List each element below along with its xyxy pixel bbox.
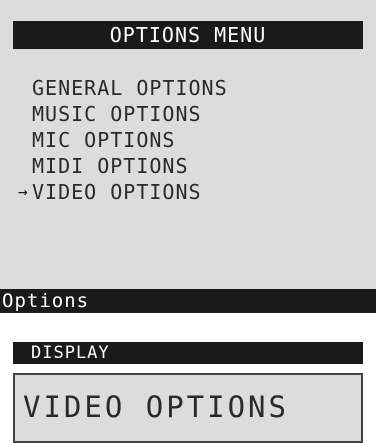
menu-item-label: VIDEO OPTIONS	[32, 180, 202, 204]
menu-item-general-options[interactable]: GENERAL OPTIONS	[18, 75, 228, 101]
menu-item-midi-options[interactable]: MIDI OPTIONS	[18, 153, 228, 179]
menu-item-label: MIC OPTIONS	[32, 128, 176, 152]
arrow-right-icon	[18, 127, 32, 153]
lcd-screen: OPTIONS MENU GENERAL OPTIONS MUSIC OPTIO…	[0, 0, 376, 313]
menu-item-music-options[interactable]: MUSIC OPTIONS	[18, 101, 228, 127]
arrow-right-icon	[18, 101, 32, 127]
arrow-right-icon: →	[18, 182, 29, 201]
menu-item-label: GENERAL OPTIONS	[32, 76, 228, 100]
arrow-right-icon	[18, 153, 32, 179]
menu-item-label: MIDI OPTIONS	[32, 154, 189, 178]
menu-item-video-options[interactable]: → VIDEO OPTIONS	[18, 179, 228, 205]
menu-item-mic-options[interactable]: MIC OPTIONS	[18, 127, 228, 153]
arrow-right-icon	[18, 75, 32, 101]
status-bar: Options	[0, 289, 376, 313]
menu-title: OPTIONS MENU	[13, 21, 363, 49]
options-menu-list: GENERAL OPTIONS MUSIC OPTIONS MIC OPTION…	[18, 75, 228, 205]
display-value: VIDEO OPTIONS	[13, 373, 363, 443]
display-label: DISPLAY	[13, 342, 363, 364]
menu-item-label: MUSIC OPTIONS	[32, 102, 202, 126]
